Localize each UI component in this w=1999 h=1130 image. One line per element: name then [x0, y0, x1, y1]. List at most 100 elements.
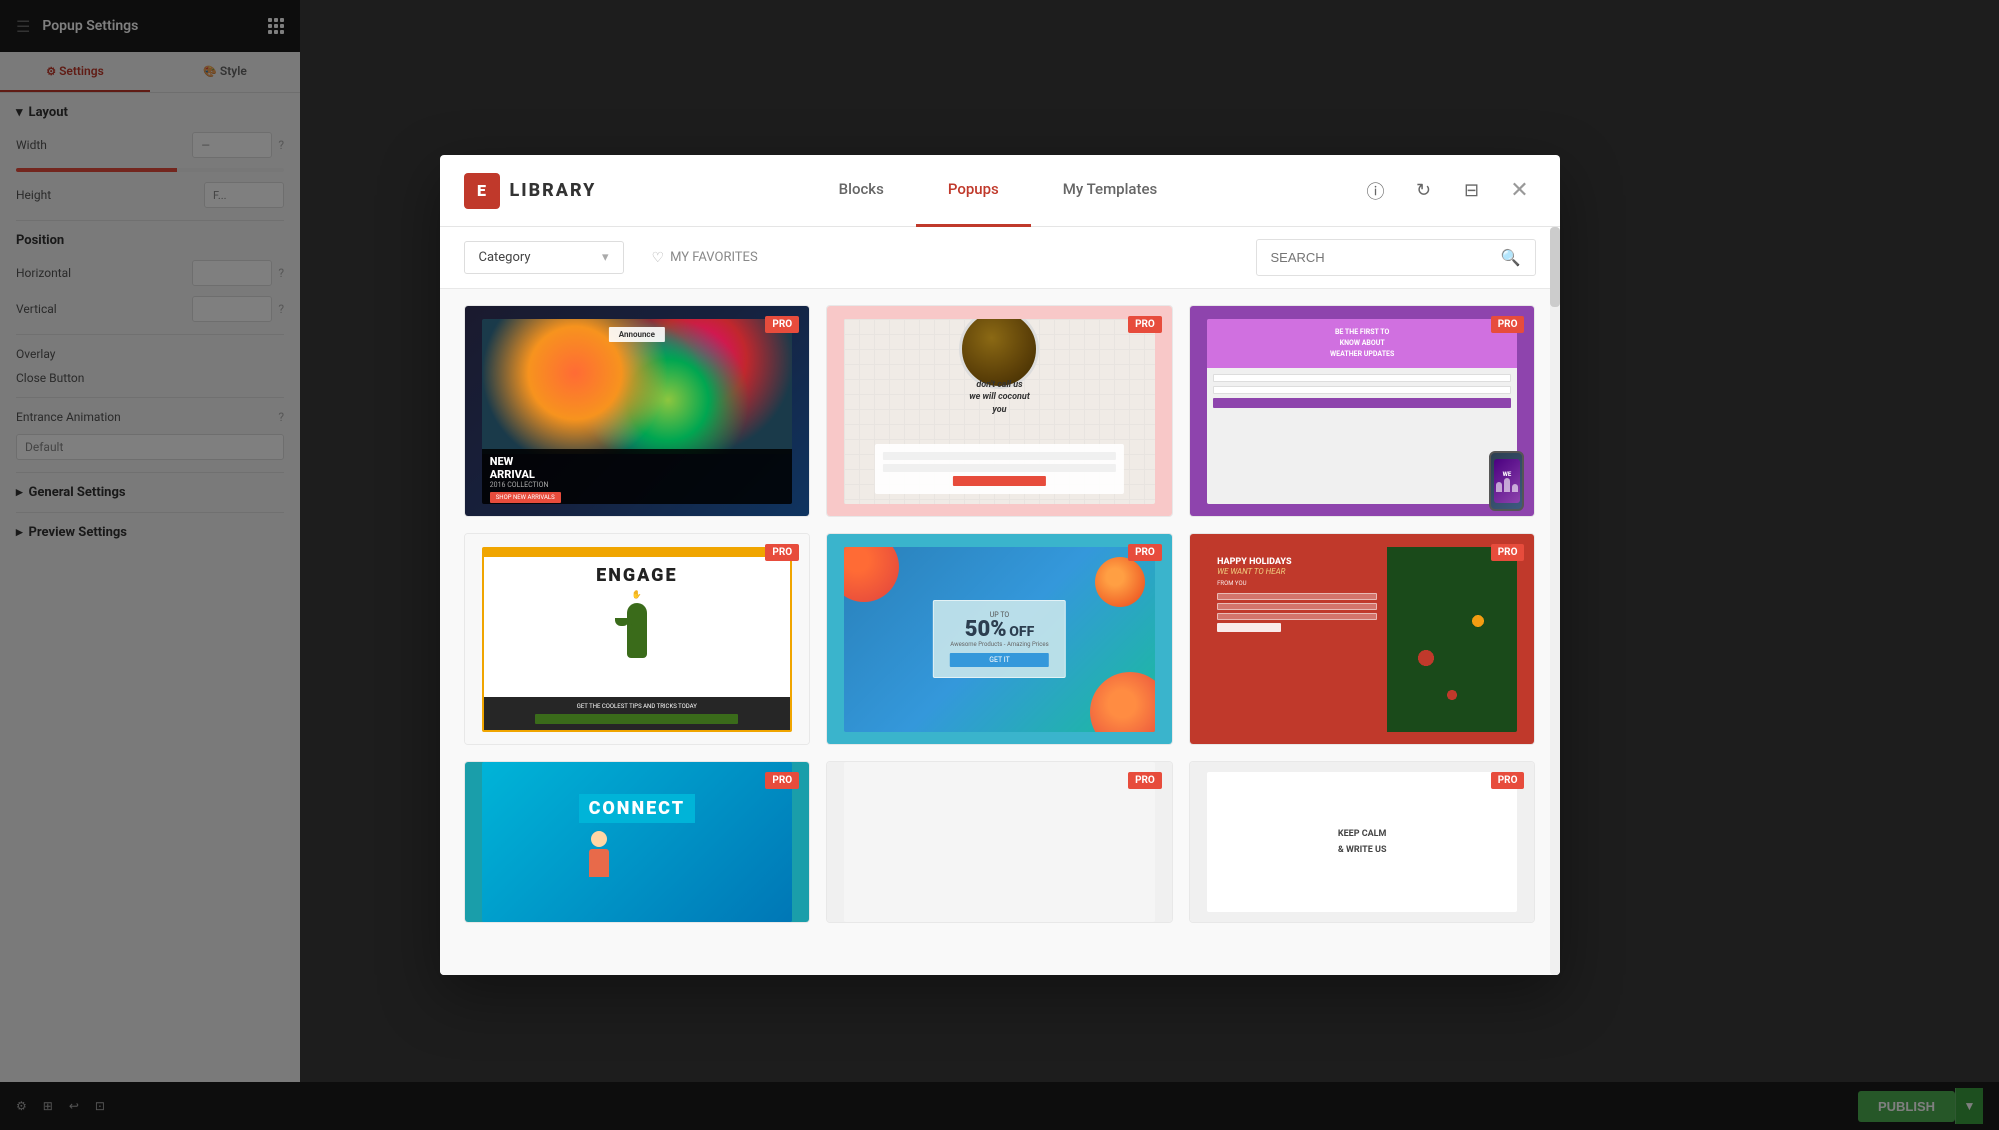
- t1-announce-tag: Announce: [609, 327, 665, 342]
- t5-offer-box: UP TO 50% OFF Awesome Products - Amazing…: [933, 600, 1065, 678]
- t2-title: don't call uswe will coconutyou: [844, 379, 1154, 417]
- t2-content: don't call uswe will coconutyou: [844, 319, 1154, 504]
- library-title: LIBRARY: [510, 180, 597, 201]
- template-card-connect[interactable]: PRO CONNECT: [464, 761, 811, 923]
- t4-subtitle: ✋: [484, 590, 790, 599]
- t6-happy-text: Happy Holidays: [1217, 557, 1377, 567]
- t4-cactus-body: [627, 603, 647, 658]
- pro-badge-7: PRO: [765, 772, 799, 789]
- tab-popups[interactable]: Popups: [916, 155, 1031, 227]
- t2-email-field: [883, 464, 1115, 472]
- modal-overlay: E LIBRARY Blocks Popups My Templates ⓘ ↻…: [0, 0, 1999, 1130]
- modal-scrollbar[interactable]: [1550, 227, 1560, 975]
- template-card-weather[interactable]: PRO BE THE FIRST TOKNOW ABOUTWEATHER UPD…: [1189, 305, 1536, 517]
- search-area: 🔍: [1256, 239, 1536, 276]
- t3-phone-mockup: WE: [1489, 451, 1524, 511]
- pro-badge-5: PRO: [1128, 544, 1162, 561]
- t4-title: ENGAGE: [484, 557, 790, 590]
- tab-my-templates[interactable]: My Templates: [1031, 155, 1189, 227]
- template-preview-1: Announce Newarrival 2016 COLLECTION SHOP…: [465, 306, 810, 516]
- template-preview-9: KEEP CALM& WRITE US: [1190, 762, 1535, 922]
- pro-badge-6: PRO: [1491, 544, 1525, 561]
- favorites-button[interactable]: ♡ MY FAVORITES: [640, 242, 770, 274]
- tab-blocks[interactable]: Blocks: [807, 155, 916, 227]
- save-icon[interactable]: ⊟: [1456, 175, 1488, 207]
- t5-content: UP TO 50% OFF Awesome Products - Amazing…: [844, 547, 1154, 732]
- t7-text-area: CONNECT: [563, 778, 712, 907]
- t1-cta: SHOP NEW ARRIVALS: [490, 492, 561, 503]
- modal-tabs: Blocks Popups My Templates: [636, 155, 1359, 227]
- logo-letter: E: [477, 181, 486, 200]
- t1-subtitle: 2016 COLLECTION: [490, 481, 784, 489]
- favorites-label: MY FAVORITES: [670, 250, 758, 265]
- template-preview-2: don't call uswe will coconutyou: [827, 306, 1172, 516]
- t9-text: KEEP CALM& WRITE US: [1338, 826, 1387, 858]
- info-icon[interactable]: ⓘ: [1360, 175, 1392, 207]
- t2-submit-btn: [953, 476, 1046, 486]
- t6-right-panel: [1387, 547, 1517, 732]
- t3-form: [1207, 368, 1517, 503]
- t2-form: [875, 444, 1123, 494]
- template-card-engage[interactable]: PRO ENGAGE ✋: [464, 533, 811, 745]
- t8-content: [844, 762, 1154, 922]
- t4-tagline: GET THE COOLEST TIPS AND TRICKS TODAY: [492, 703, 782, 710]
- heart-icon: ♡: [652, 250, 665, 266]
- library-modal: E LIBRARY Blocks Popups My Templates ⓘ ↻…: [440, 155, 1560, 975]
- pro-badge-9: PRO: [1491, 772, 1525, 789]
- category-dropdown[interactable]: Category ▾: [464, 241, 624, 274]
- close-modal-icon[interactable]: ✕: [1504, 175, 1536, 207]
- t4-cactus-hand: [628, 624, 633, 632]
- template-card-keep-calm[interactable]: PRO KEEP CALM& WRITE US: [1189, 761, 1536, 923]
- t6-from-text: FROM YOU: [1217, 580, 1377, 587]
- template-card-unknown[interactable]: PRO: [826, 761, 1173, 923]
- t5-percent-text: 50% OFF: [950, 619, 1048, 641]
- t4-download-btn: [535, 714, 738, 724]
- template-preview-8: [827, 762, 1172, 922]
- chevron-down-category: ▾: [602, 250, 609, 265]
- template-grid: PRO Announce Newarrival 2016 COLLECTION …: [464, 305, 1536, 923]
- t5-tagline: Awesome Products - Amazing Prices: [950, 641, 1048, 648]
- template-card-fifty-off[interactable]: PRO UP TO 50% OFF: [826, 533, 1173, 745]
- t3-content: BE THE FIRST TOKNOW ABOUTWEATHER UPDATES: [1207, 319, 1517, 504]
- search-icon[interactable]: 🔍: [1501, 248, 1521, 267]
- t1-text: Newarrival 2016 COLLECTION SHOP NEW ARRI…: [482, 449, 792, 504]
- template-preview-6: Happy Holidays WE WANT TO HEAR FROM YOU: [1190, 534, 1535, 744]
- t4-top-stripe: [484, 549, 790, 557]
- pro-badge-8: PRO: [1128, 772, 1162, 789]
- pro-badge-1: PRO: [765, 316, 799, 333]
- template-card-coconut[interactable]: PRO don't call uswe will coconutyou: [826, 305, 1173, 517]
- t4-cactus-arm: [615, 618, 629, 626]
- refresh-icon[interactable]: ↻: [1408, 175, 1440, 207]
- t3-screen: WE: [1494, 459, 1520, 503]
- t6-field-1: [1217, 593, 1377, 600]
- template-card-new-arrival[interactable]: PRO Announce Newarrival 2016 COLLECTION …: [464, 305, 811, 517]
- modal-logo: E LIBRARY: [464, 173, 597, 209]
- t6-send-btn: [1217, 623, 1281, 632]
- t5-fruit-3: [1095, 557, 1145, 607]
- category-label: Category: [479, 250, 531, 265]
- pro-badge-2: PRO: [1128, 316, 1162, 333]
- elementor-logo: E: [464, 173, 500, 209]
- t3-title: BE THE FIRST TOKNOW ABOUTWEATHER UPDATES: [1207, 319, 1517, 369]
- modal-header-actions: ⓘ ↻ ⊟ ✕: [1360, 175, 1536, 207]
- t6-form: [1217, 593, 1377, 632]
- t3-we-text: WE: [1496, 471, 1518, 492]
- template-preview-7: CONNECT: [465, 762, 810, 922]
- search-input[interactable]: [1271, 250, 1493, 265]
- modal-body[interactable]: PRO Announce Newarrival 2016 COLLECTION …: [440, 289, 1560, 975]
- t1-content: Announce Newarrival 2016 COLLECTION SHOP…: [482, 319, 792, 504]
- t9-content: KEEP CALM& WRITE US: [1207, 772, 1517, 912]
- t6-field-2: [1217, 603, 1377, 610]
- template-preview-4: ENGAGE ✋ GET THE COOLEST TIPS AN: [465, 534, 810, 744]
- t3-email-field: [1213, 386, 1511, 394]
- template-preview-3: BE THE FIRST TOKNOW ABOUTWEATHER UPDATES…: [1190, 306, 1535, 516]
- template-card-happy-holidays[interactable]: PRO Happy Holidays WE WANT TO HEAR FROM …: [1189, 533, 1536, 745]
- t6-field-3: [1217, 613, 1377, 620]
- scrollbar-thumb: [1550, 227, 1560, 307]
- template-preview-5: UP TO 50% OFF Awesome Products - Amazing…: [827, 534, 1172, 744]
- pro-badge-3: PRO: [1491, 316, 1525, 333]
- pro-badge-4: PRO: [765, 544, 799, 561]
- t6-content: Happy Holidays WE WANT TO HEAR FROM YOU: [1207, 547, 1517, 732]
- t5-fruit-1: [844, 547, 899, 602]
- modal-toolbar: Category ▾ ♡ MY FAVORITES 🔍: [440, 227, 1560, 289]
